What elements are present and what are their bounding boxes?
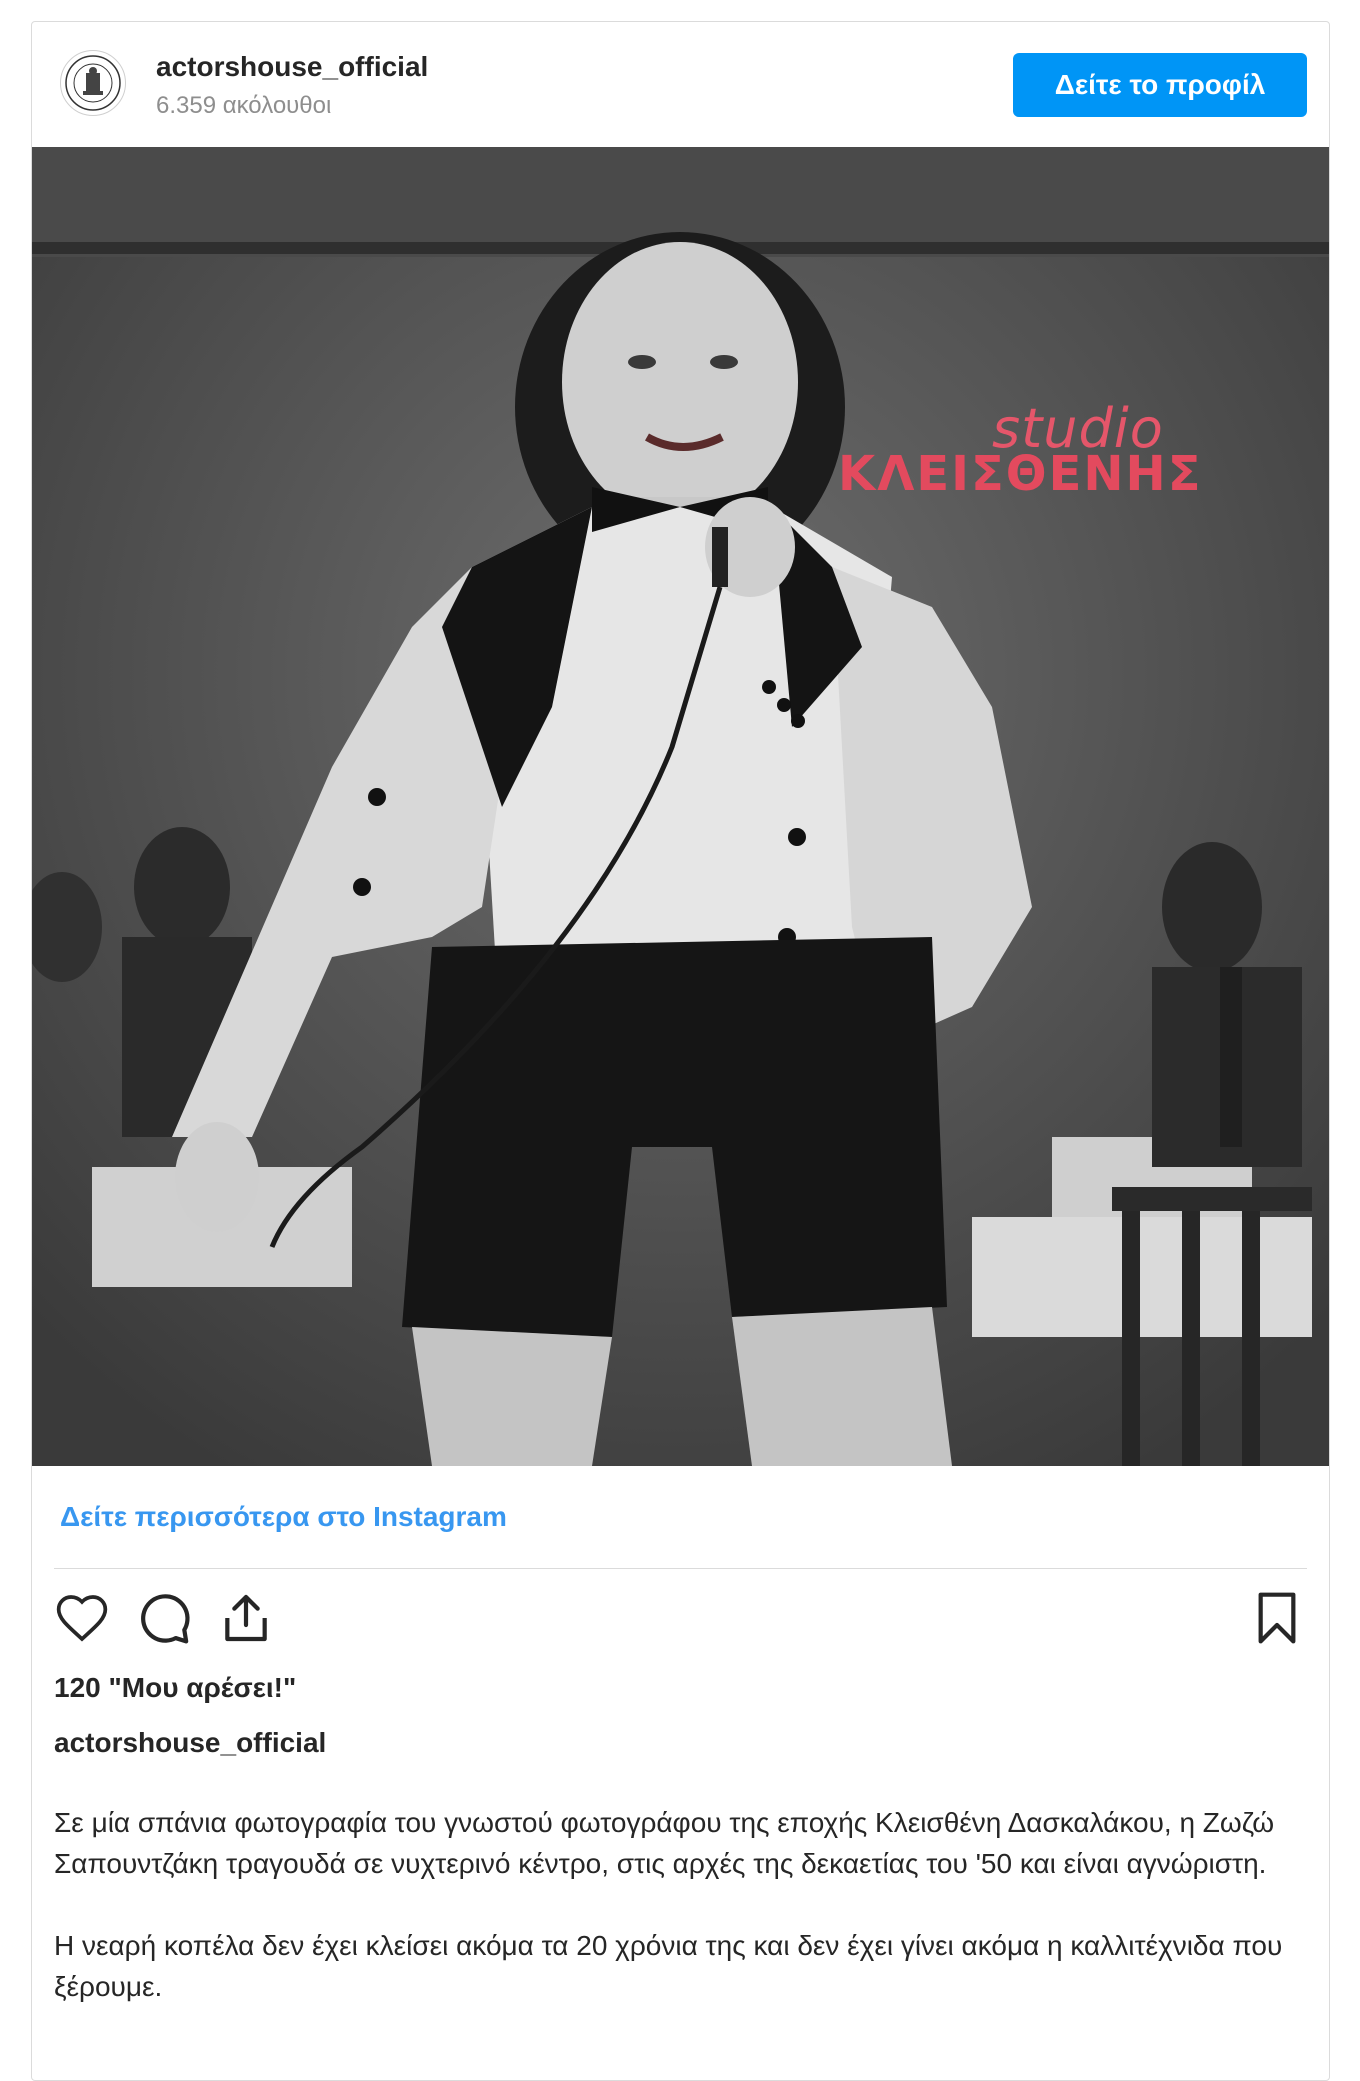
divider: [54, 1568, 1307, 1569]
caption-username[interactable]: actorshouse_official: [54, 1727, 326, 1759]
share-icon[interactable]: [218, 1590, 274, 1646]
bookmark-icon[interactable]: [1249, 1590, 1305, 1646]
view-more-on-instagram-link[interactable]: Δείτε περισσότερα στο Instagram: [60, 1501, 507, 1533]
caption-text: Σε μία σπάνια φωτογραφία του γνωστού φωτ…: [54, 1802, 1304, 2048]
instagram-embed-card: actorshouse_official 6.359 ακόλουθοι Δεί…: [31, 21, 1330, 2081]
watermark-name: ΚΛΕΙΣΘΕΝΗΣ: [838, 446, 1203, 502]
like-count[interactable]: 120 "Μου αρέσει!": [54, 1672, 296, 1704]
post-header: actorshouse_official 6.359 ακόλουθοι Δεί…: [32, 22, 1329, 146]
view-profile-button[interactable]: Δείτε το προφίλ: [1013, 53, 1307, 117]
avatar[interactable]: [60, 50, 126, 116]
caption-paragraph-2: Η νεαρή κοπέλα δεν έχει κλείσει ακόμα τα…: [54, 1930, 1283, 2002]
follower-count: 6.359 ακόλουθοι: [156, 92, 332, 119]
photo-illustration: [32, 147, 1329, 1466]
action-bar: [54, 1590, 1307, 1650]
post-photo[interactable]: studio ΚΛΕΙΣΘΕΝΗΣ: [32, 147, 1329, 1466]
avatar-seal-icon: [65, 55, 121, 111]
comment-icon[interactable]: [136, 1590, 192, 1646]
heart-icon[interactable]: [54, 1590, 110, 1646]
caption-paragraph-1: Σε μία σπάνια φωτογραφία του γνωστού φωτ…: [54, 1807, 1275, 1879]
profile-username[interactable]: actorshouse_official: [156, 51, 428, 83]
